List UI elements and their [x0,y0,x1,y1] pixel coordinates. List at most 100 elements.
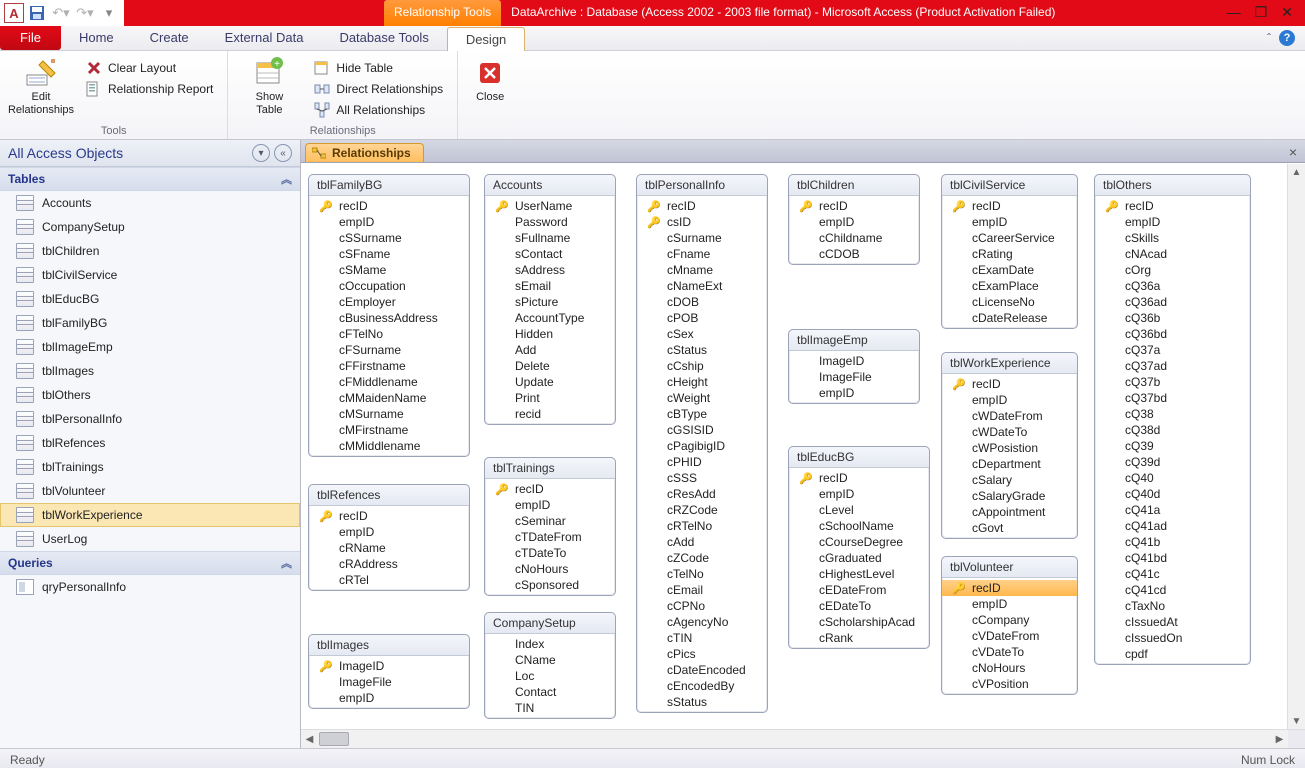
table-field[interactable]: 🔑cQ39 [1095,438,1250,454]
table-field[interactable]: 🔑sFullname [485,230,615,246]
table-field[interactable]: 🔑cQ36bd [1095,326,1250,342]
table-field[interactable]: 🔑cSMame [309,262,469,278]
table-field[interactable]: 🔑cMFirstname [309,422,469,438]
table-field[interactable]: 🔑ImageID [789,353,919,369]
table-field[interactable]: 🔑cExamPlace [942,278,1077,294]
table-field[interactable]: 🔑recID [942,198,1077,214]
table-field[interactable]: 🔑cQ40 [1095,470,1250,486]
table-field[interactable]: 🔑cEmail [637,582,767,598]
table-field[interactable]: 🔑cResAdd [637,486,767,502]
scroll-up-icon[interactable]: ▲ [1288,164,1305,181]
table-field[interactable]: 🔑cAppointment [942,504,1077,520]
relationship-report-button[interactable]: Relationship Report [82,80,217,98]
table-field[interactable]: 🔑cSex [637,326,767,342]
table-field[interactable]: 🔑cGovt [942,520,1077,536]
table-field[interactable]: 🔑cQ41bd [1095,550,1250,566]
table-field[interactable]: 🔑cMMaidenName [309,390,469,406]
table-field[interactable]: 🔑recID [789,470,929,486]
table-box-title[interactable]: tblPersonalInfo [637,175,767,196]
table-field[interactable]: 🔑empID [309,524,469,540]
table-field[interactable]: 🔑empID [789,214,919,230]
table-box[interactable]: tblCivilService🔑recID🔑empID🔑cCareerServi… [941,174,1078,329]
table-field[interactable]: 🔑cIssuedAt [1095,614,1250,630]
relationships-canvas[interactable]: ▲ ▼ ◀ ▶ tblFamilyBG🔑recID🔑empID🔑cSSurnam… [301,163,1305,748]
table-field[interactable]: 🔑TIN [485,700,615,716]
redo-icon[interactable]: ↷▾ [74,2,96,24]
direct-relationships-button[interactable]: Direct Relationships [310,80,447,98]
table-field[interactable]: 🔑cpdf [1095,646,1250,662]
table-field[interactable]: 🔑cVDateFrom [942,628,1077,644]
horizontal-scrollbar[interactable]: ◀ ▶ [301,729,1305,748]
document-close-icon[interactable]: × [1281,142,1305,162]
table-field[interactable]: 🔑cRating [942,246,1077,262]
table-field[interactable]: 🔑Update [485,374,615,390]
table-field[interactable]: 🔑cQ36ad [1095,294,1250,310]
table-box[interactable]: tblImageEmp🔑ImageID🔑ImageFile🔑empID [788,329,920,404]
show-table-button[interactable]: + Show Table [238,55,300,117]
table-field[interactable]: 🔑cDateEncoded [637,662,767,678]
table-box-title[interactable]: tblRefences [309,485,469,506]
document-tab-relationships[interactable]: Relationships [305,143,424,162]
table-box[interactable]: tblVolunteer🔑recID🔑empID🔑cCompany🔑cVDate… [941,556,1078,695]
table-field[interactable]: 🔑empID [789,486,929,502]
table-field[interactable]: 🔑cCship [637,358,767,374]
close-window-icon[interactable]: ✕ [1281,4,1293,22]
table-field[interactable]: 🔑cWDateTo [942,424,1077,440]
table-field[interactable]: 🔑cSurname [637,230,767,246]
navpane-table-item[interactable]: tblRefences [0,431,300,455]
table-field[interactable]: 🔑cRAddress [309,556,469,572]
table-field[interactable]: 🔑cSSurname [309,230,469,246]
table-field[interactable]: 🔑cLevel [789,502,929,518]
table-field[interactable]: 🔑cRank [789,630,929,646]
table-field[interactable]: 🔑cEncodedBy [637,678,767,694]
table-box[interactable]: tblEducBG🔑recID🔑empID🔑cLevel🔑cSchoolName… [788,446,930,649]
table-field[interactable]: 🔑cMname [637,262,767,278]
table-field[interactable]: 🔑empID [789,385,919,401]
scroll-left-icon[interactable]: ◀ [301,730,318,748]
table-field[interactable]: 🔑cStatus [637,342,767,358]
table-field[interactable]: 🔑cCompany [942,612,1077,628]
table-field[interactable]: 🔑cPagibigID [637,438,767,454]
table-field[interactable]: 🔑Loc [485,668,615,684]
table-field[interactable]: 🔑cDepartment [942,456,1077,472]
table-field[interactable]: 🔑cWPosistion [942,440,1077,456]
close-button[interactable]: Close [468,55,512,104]
table-field[interactable]: 🔑cQ38d [1095,422,1250,438]
table-field[interactable]: 🔑cNoHours [485,561,615,577]
table-field[interactable]: 🔑cSFname [309,246,469,262]
tab-file[interactable]: File [0,26,61,50]
scroll-down-icon[interactable]: ▼ [1288,713,1305,730]
hide-table-button[interactable]: Hide Table [310,59,447,77]
table-field[interactable]: 🔑recID [1095,198,1250,214]
table-field[interactable]: 🔑UserName [485,198,615,214]
table-field[interactable]: 🔑cRTelNo [637,518,767,534]
table-field[interactable]: 🔑cEmployer [309,294,469,310]
table-field[interactable]: 🔑cHeight [637,374,767,390]
table-field[interactable]: 🔑cSponsored [485,577,615,593]
table-field[interactable]: 🔑csID [637,214,767,230]
table-field[interactable]: 🔑cHighestLevel [789,566,929,582]
table-field[interactable]: 🔑cLicenseNo [942,294,1077,310]
tab-design[interactable]: Design [447,27,525,51]
table-field[interactable]: 🔑recid [485,406,615,422]
table-field[interactable]: 🔑cSkills [1095,230,1250,246]
navpane-table-item[interactable]: tblVolunteer [0,479,300,503]
table-field[interactable]: 🔑Print [485,390,615,406]
table-field[interactable]: 🔑cCDOB [789,246,919,262]
table-field[interactable]: 🔑cBType [637,406,767,422]
table-field[interactable]: 🔑cFname [637,246,767,262]
table-box[interactable]: tblImages🔑ImageID🔑ImageFile🔑empID [308,634,470,709]
table-field[interactable]: 🔑recID [309,198,469,214]
table-box[interactable]: tblChildren🔑recID🔑empID🔑cChildname🔑cCDOB [788,174,920,265]
table-field[interactable]: 🔑cVDateTo [942,644,1077,660]
navpane-table-item[interactable]: tblOthers [0,383,300,407]
vertical-scrollbar[interactable]: ▲ ▼ [1287,164,1305,730]
table-field[interactable]: 🔑empID [309,690,469,706]
table-field[interactable]: 🔑cEDateFrom [789,582,929,598]
table-field[interactable]: 🔑Index [485,636,615,652]
table-field[interactable]: 🔑cRTel [309,572,469,588]
table-field[interactable]: 🔑cQ36a [1095,278,1250,294]
table-field[interactable]: 🔑cScholarshipAcad [789,614,929,630]
table-field[interactable]: 🔑cEDateTo [789,598,929,614]
table-field[interactable]: 🔑sAddress [485,262,615,278]
